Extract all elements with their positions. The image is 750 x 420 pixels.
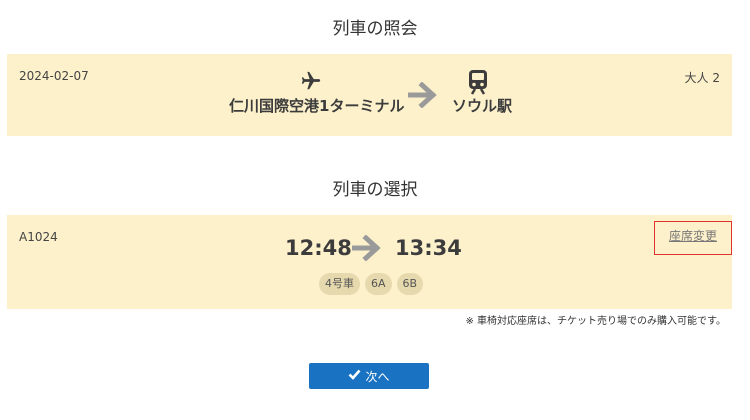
passenger-count: 大人 2	[684, 71, 720, 85]
seat-chip: 6B	[396, 273, 424, 295]
seat-chip: 6A	[365, 273, 392, 295]
seat-chips: 4号車 6A 6B	[319, 273, 424, 295]
arrival-station: ソウル駅	[452, 97, 513, 115]
train-panel[interactable]: A1024 座席変更 12:48 13:34 4号車 6A 6B	[7, 215, 732, 309]
departure-time: 12:48	[285, 236, 352, 260]
check-icon	[348, 369, 361, 383]
selection-title: 列車の選択	[332, 180, 418, 200]
inquiry-title: 列車の照会	[332, 19, 418, 39]
train-inquiry-page: 列車の照会 2024-02-07 大人 2 仁川国際空港1ターミナル ソウル駅	[0, 0, 750, 420]
arrival-time: 13:34	[395, 236, 462, 260]
departure-station: 仁川国際空港1ターミナル	[229, 97, 405, 115]
train-number: A1024	[19, 230, 58, 244]
arrow-right-icon	[407, 81, 438, 112]
seat-change-link[interactable]: 座席変更	[654, 221, 732, 255]
wheelchair-notice: ※ 車椅対応座席は、チケット売り場でのみ購入可能です。	[465, 316, 726, 327]
next-button[interactable]: 次へ	[309, 363, 429, 389]
travel-date: 2024-02-07	[19, 69, 89, 83]
car-chip: 4号車	[319, 273, 360, 295]
airplane-icon	[298, 70, 324, 96]
arrow-right-icon	[351, 234, 382, 265]
route-panel: 2024-02-07 大人 2 仁川国際空港1ターミナル ソウル駅	[7, 54, 732, 136]
next-button-label: 次へ	[365, 369, 390, 384]
